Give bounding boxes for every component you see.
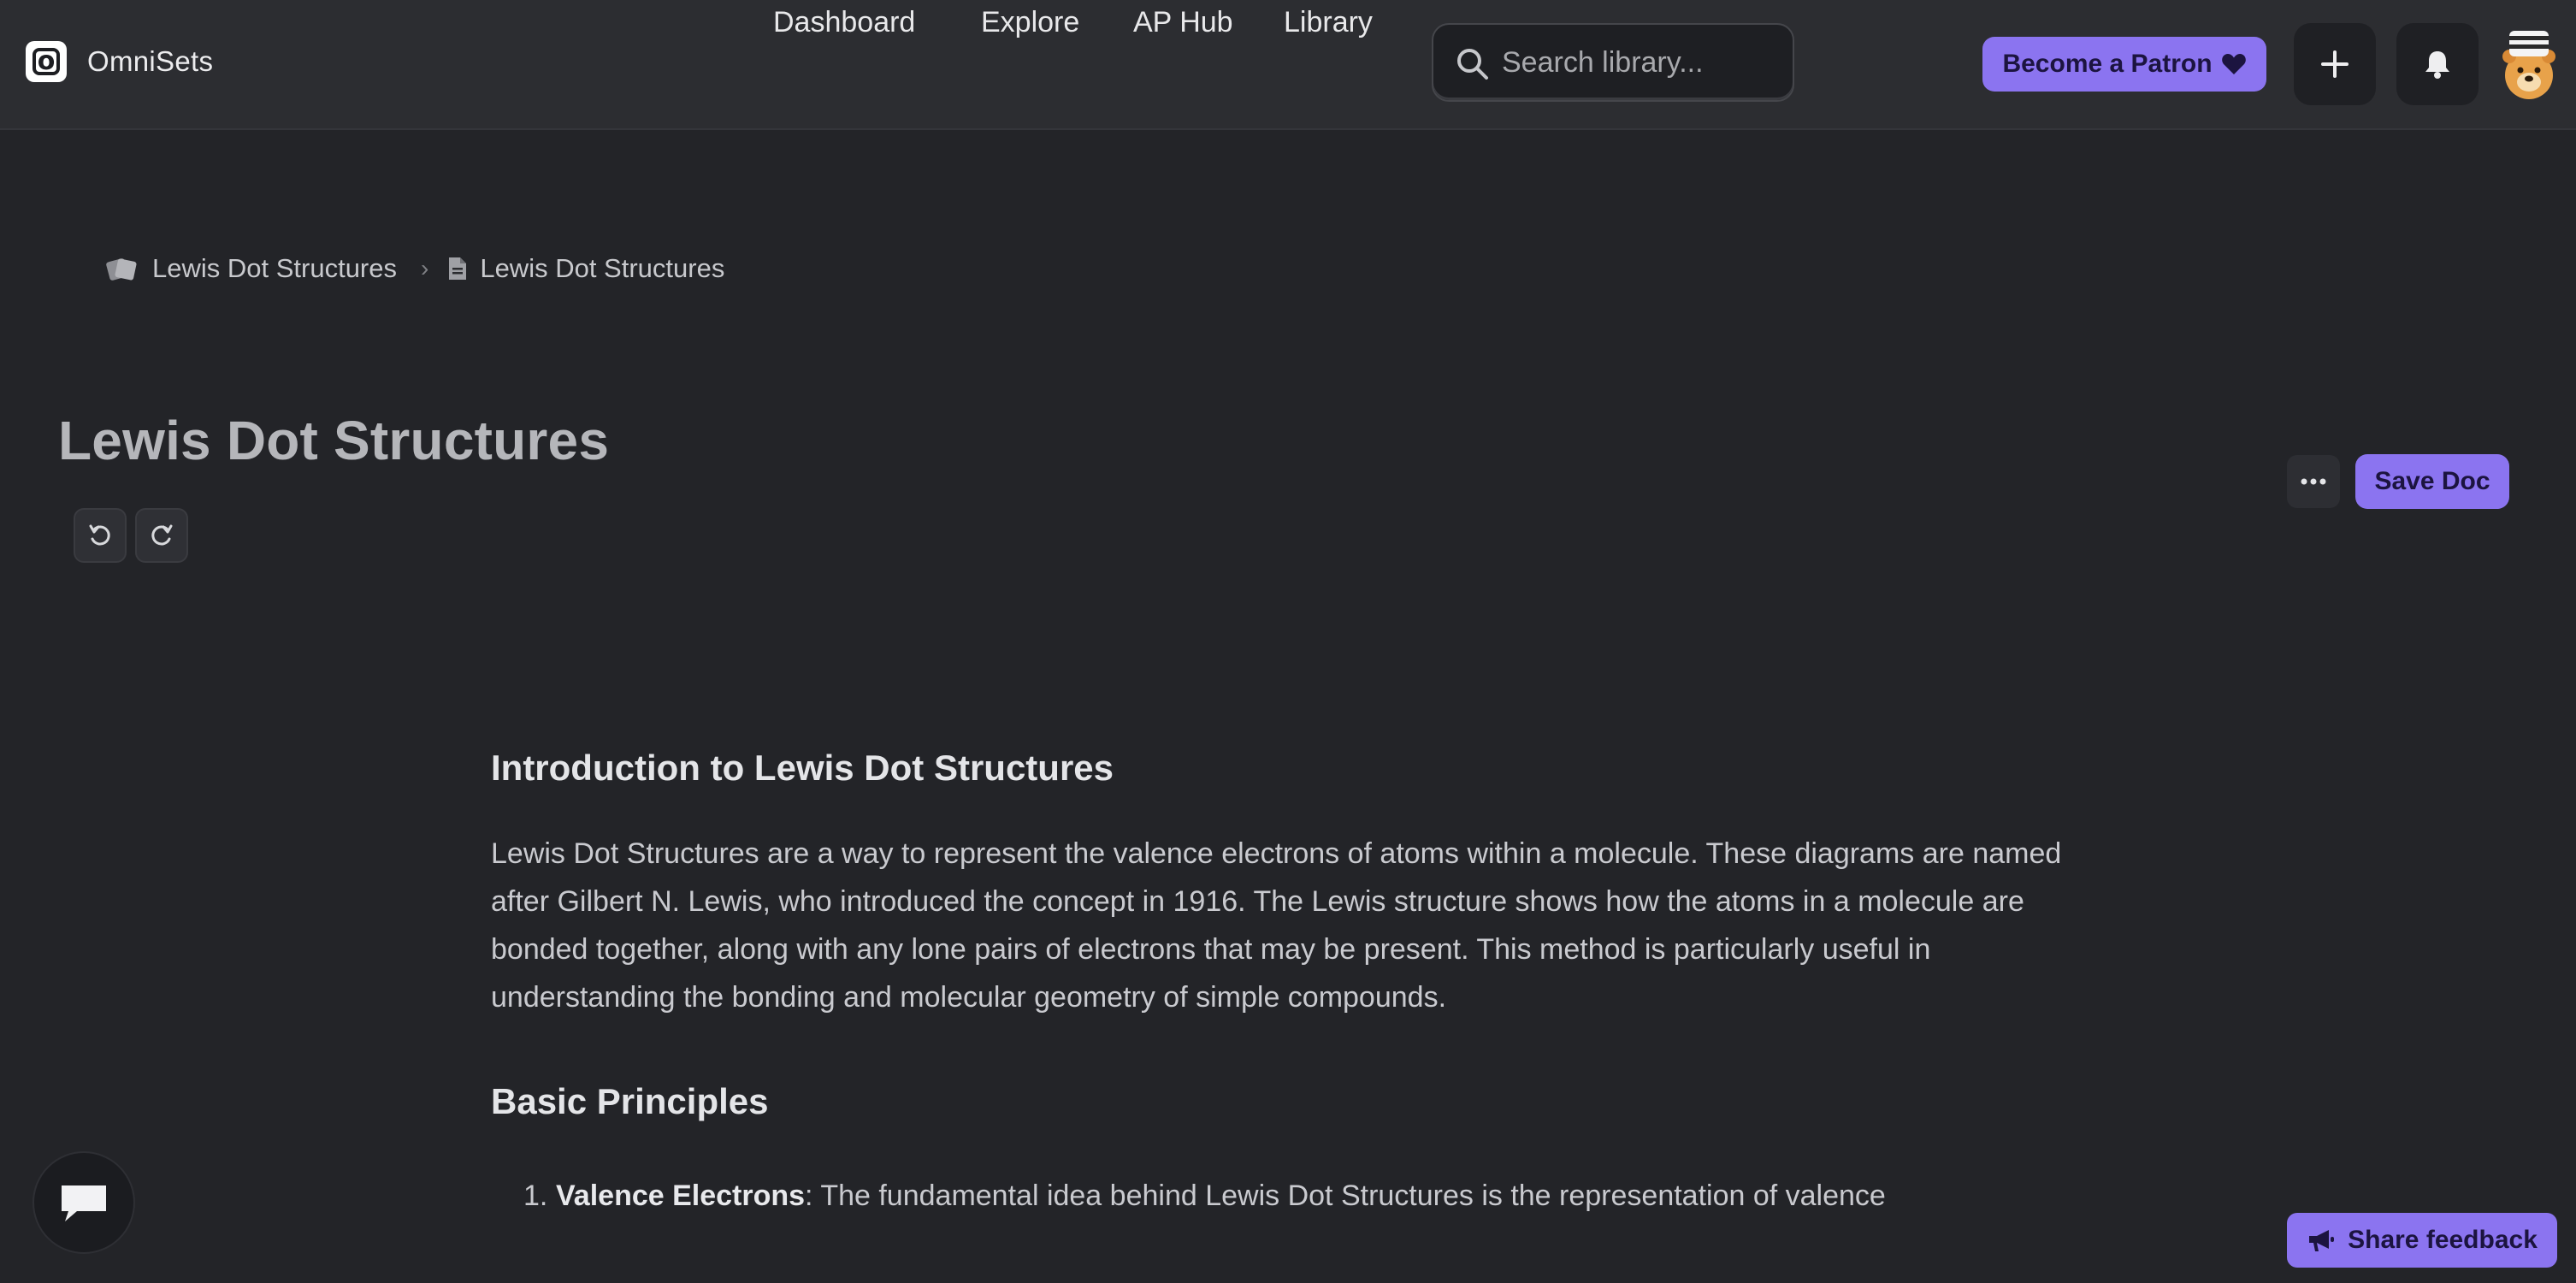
list-number: 1. [523,1180,548,1212]
document-body[interactable]: Introduction to Lewis Dot Structures Lew… [491,741,2065,1220]
section-paragraph: Lewis Dot Structures are a way to repres… [491,837,2062,1014]
save-doc-button[interactable]: Save Doc [2355,454,2509,509]
patron-label: Become a Patron [2002,50,2213,78]
omnisets-logo-icon: o [26,41,67,82]
cards-icon [106,258,137,281]
undo-icon [89,524,110,546]
ellipsis-icon [2301,478,2326,485]
breadcrumb: Lewis Dot Structures › Lewis Dot Structu… [106,253,724,284]
search-input[interactable] [1502,37,1775,88]
document-icon [449,257,467,280]
bell-icon [2425,51,2449,79]
more-options-button[interactable] [2287,455,2340,508]
breadcrumb-item-set[interactable]: Lewis Dot Structures [106,253,397,284]
create-button[interactable] [2294,23,2376,105]
chat-bubble-icon [62,1185,106,1221]
nav-ap-hub[interactable]: AP Hub [1133,0,1233,44]
megaphone-icon [2309,1230,2335,1251]
nav-dashboard[interactable]: Dashboard [773,0,915,44]
ordered-list: 1. Valence Electrons: The fundamental id… [491,1172,2065,1220]
plus-icon [2321,50,2349,78]
avatar[interactable] [2501,26,2557,103]
list-item: 1. Valence Electrons: The fundamental id… [491,1172,2065,1220]
chevron-right-icon: › [421,255,429,281]
list-text: : The fundamental idea behind Lewis Dot … [805,1180,1886,1212]
share-feedback-button[interactable]: Share feedback [2287,1213,2557,1268]
brand[interactable]: o OmniSets [26,41,213,82]
heart-icon [2221,54,2246,74]
search-icon [1457,49,1488,80]
redo-icon [151,524,173,546]
feedback-label: Share feedback [2348,1226,2538,1254]
document-title[interactable]: Lewis Dot Structures [58,409,609,472]
brand-name: OmniSets [87,45,214,77]
breadcrumb-label: Lewis Dot Structures [152,253,397,283]
section-heading: Basic Principles [491,1081,769,1121]
chat-button[interactable] [32,1151,135,1254]
section-heading: Introduction to Lewis Dot Structures [491,748,1114,788]
top-navbar: o OmniSets Dashboard Explore AP Hub Libr… [0,0,2576,130]
notifications-button[interactable] [2396,23,2479,105]
list-term: Valence Electrons [556,1180,806,1212]
nav-explore[interactable]: Explore [981,0,1079,44]
become-patron-button[interactable]: Become a Patron [1982,37,2266,92]
nav-library[interactable]: Library [1284,0,1373,44]
redo-button[interactable] [135,508,188,563]
undo-button[interactable] [74,508,127,563]
breadcrumb-label: Lewis Dot Structures [480,253,725,283]
breadcrumb-item-doc[interactable]: Lewis Dot Structures [447,253,724,284]
search-box[interactable] [1432,23,1794,102]
